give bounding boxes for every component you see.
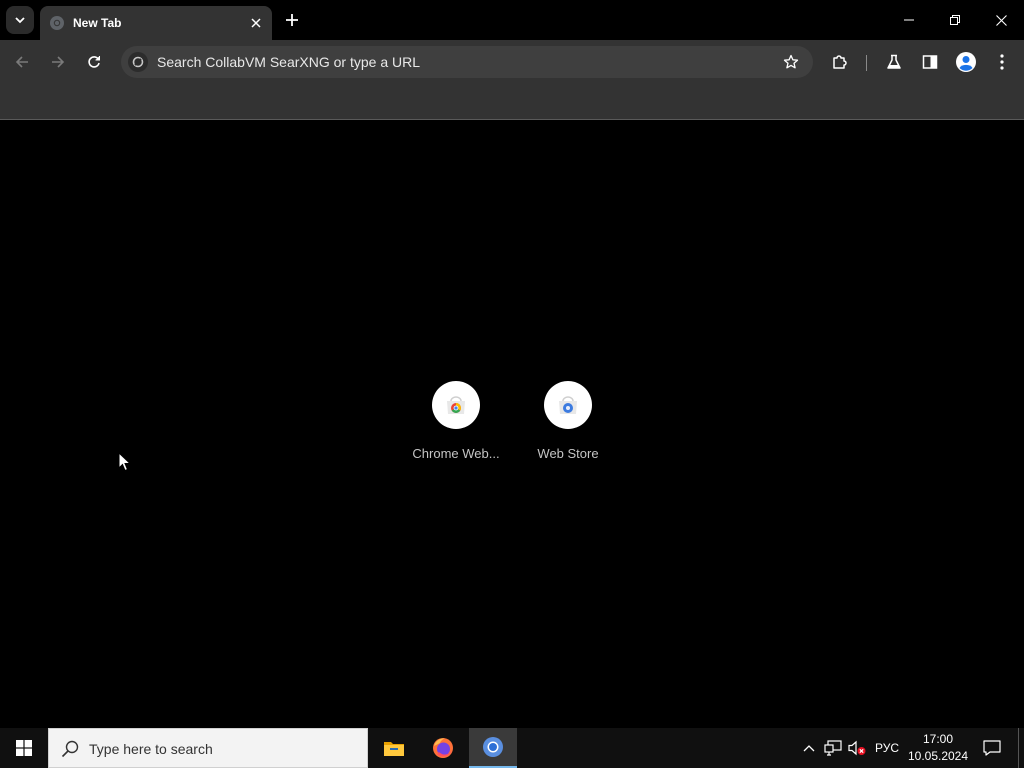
taskbar-search-box[interactable]: Type here to search <box>48 728 368 768</box>
clock-date: 10.05.2024 <box>907 749 969 763</box>
globe-icon <box>50 16 64 30</box>
flask-icon <box>887 54 901 69</box>
close-icon <box>251 18 261 28</box>
arrow-right-icon <box>52 56 65 68</box>
mouse-cursor-icon <box>118 452 131 472</box>
address-bar[interactable]: Search CollabVM SearXNG or type a URL <box>121 46 813 78</box>
volume-muted-icon <box>848 740 866 756</box>
reload-icon <box>88 56 100 68</box>
taskbar: Type here to search РУС 17:00 10.05.2024 <box>0 728 1024 768</box>
star-icon <box>783 54 799 69</box>
chrome-web-store-icon <box>447 396 465 414</box>
side-panel-icon <box>922 55 938 69</box>
close-icon <box>995 14 1007 26</box>
tab-title: New Tab <box>73 16 122 30</box>
window-controls <box>886 0 1024 40</box>
minimize-icon <box>904 19 914 21</box>
back-button[interactable] <box>8 48 36 76</box>
chevron-down-icon <box>15 17 25 24</box>
bookmark-star-button[interactable] <box>781 52 801 72</box>
windows-logo-icon <box>16 740 32 756</box>
network-icon <box>824 740 842 756</box>
close-window-button[interactable] <box>978 0 1024 40</box>
shortcut-tile[interactable]: Chrome Web... <box>400 381 512 469</box>
address-bar-placeholder: Search CollabVM SearXNG or type a URL <box>157 54 420 70</box>
profile-button[interactable] <box>952 48 980 76</box>
menu-button[interactable] <box>988 48 1016 76</box>
taskbar-app-chrome[interactable] <box>469 728 517 768</box>
input-language-button[interactable]: РУС <box>872 728 902 768</box>
notification-icon <box>983 740 1001 756</box>
extensions-button[interactable] <box>826 48 854 76</box>
puzzle-icon <box>833 55 847 69</box>
search-engine-icon <box>128 52 148 72</box>
action-center-button[interactable] <box>978 728 1006 768</box>
avatar-icon <box>956 52 976 72</box>
new-tab-button[interactable] <box>280 8 304 32</box>
restore-button[interactable] <box>932 0 978 40</box>
reload-button[interactable] <box>80 48 108 76</box>
taskbar-app-file-explorer[interactable] <box>370 728 418 768</box>
chevron-up-icon <box>803 745 815 752</box>
input-language-label: РУС <box>874 741 900 755</box>
shortcut-label: Web Store <box>537 446 599 461</box>
shortcut-icon-container <box>432 381 480 429</box>
restore-icon <box>950 15 960 25</box>
toolbar-separator <box>866 55 867 71</box>
folder-icon <box>384 742 404 756</box>
taskbar-search-placeholder: Type here to search <box>89 741 213 757</box>
tab-strip: New Tab <box>0 0 1024 40</box>
clock-time: 17:00 <box>922 732 954 746</box>
show-hidden-icons-button[interactable] <box>800 728 818 768</box>
browser-toolbar: Search CollabVM SearXNG or type a URL <box>0 40 1024 84</box>
volume-tray-button[interactable] <box>846 728 868 768</box>
search-icon <box>61 740 79 758</box>
taskbar-app-firefox[interactable] <box>419 728 467 768</box>
shortcut-icon-container <box>544 381 592 429</box>
web-store-icon <box>559 396 577 414</box>
tab-new-tab[interactable]: New Tab <box>40 6 272 40</box>
tab-close-button[interactable] <box>246 13 266 33</box>
forward-button[interactable] <box>44 48 72 76</box>
labs-button[interactable] <box>880 48 908 76</box>
show-desktop-button[interactable] <box>1018 728 1024 768</box>
firefox-icon <box>433 738 453 758</box>
arrow-left-icon <box>15 56 28 68</box>
bookmarks-bar <box>0 84 1024 120</box>
network-tray-button[interactable] <box>822 728 844 768</box>
minimize-button[interactable] <box>886 0 932 40</box>
start-button[interactable] <box>0 728 48 768</box>
clock[interactable]: 17:00 10.05.2024 <box>904 731 972 765</box>
plus-icon <box>286 14 298 26</box>
shortcut-label: Chrome Web... <box>412 446 500 461</box>
new-tab-page: Chrome Web... Web Store <box>0 121 1024 728</box>
tab-search-button[interactable] <box>6 6 34 34</box>
chrome-icon <box>483 737 503 757</box>
side-panel-button[interactable] <box>916 48 944 76</box>
shortcut-tile[interactable]: Web Store <box>512 381 624 469</box>
more-vertical-icon <box>1000 54 1004 70</box>
